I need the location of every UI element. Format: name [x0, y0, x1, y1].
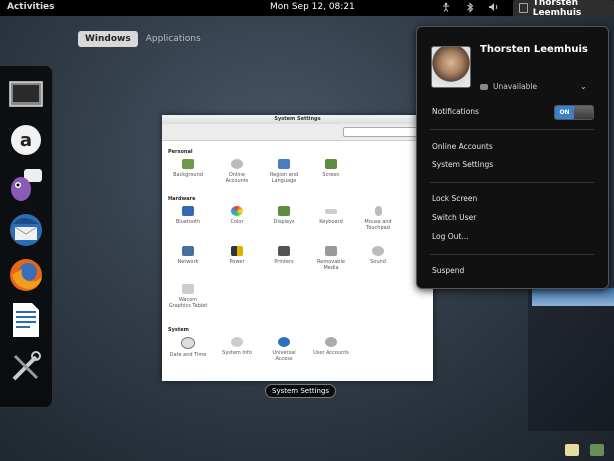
tab-applications[interactable]: Applications	[144, 31, 203, 47]
setting-printers[interactable]: Printers	[264, 246, 304, 265]
top-bar: Activities Mon Sep 12, 08:21 Thorsten Le…	[0, 0, 614, 18]
setting-removable-media[interactable]: Removable Media	[311, 246, 351, 271]
power-icon	[231, 246, 243, 256]
setting-online-accounts[interactable]: Online Accounts	[217, 159, 257, 184]
setting-keyboard[interactable]: Keyboard	[311, 206, 351, 225]
section-personal: Personal	[168, 149, 193, 155]
svg-text:a: a	[20, 130, 32, 151]
system-info-icon	[231, 337, 243, 347]
activities-button[interactable]: Activities	[7, 2, 55, 12]
universal-access-icon	[278, 337, 290, 347]
thunderbird-app-icon[interactable]	[7, 211, 45, 249]
setting-screen[interactable]: Screen	[311, 159, 351, 178]
toggle-knob	[574, 106, 593, 119]
online-accounts-icon	[231, 159, 243, 169]
screen-icon	[325, 159, 337, 169]
status-bubble-icon	[480, 83, 488, 90]
notification-tray-icon[interactable]	[565, 444, 579, 456]
setting-sound[interactable]: Sound	[358, 246, 398, 265]
setting-region-language[interactable]: Region and Language	[264, 159, 304, 184]
user-menu-button-label: Thorsten Leemhuis	[532, 0, 582, 18]
window-caption: System Settings	[265, 384, 337, 398]
window-title: System Settings	[162, 115, 433, 124]
user-menu-button[interactable]: Thorsten Leemhuis	[513, 0, 614, 18]
empathy-app-icon[interactable]: a	[7, 121, 45, 159]
avatar	[431, 46, 471, 88]
menu-item-log-out[interactable]: Log Out...	[432, 232, 469, 241]
menu-item-online-accounts[interactable]: Online Accounts	[432, 142, 493, 151]
setting-displays[interactable]: Displays	[264, 206, 304, 225]
workspace-thumbnails[interactable]	[528, 288, 614, 431]
displays-icon	[278, 206, 290, 216]
chat-status-icon	[519, 3, 528, 13]
accessibility-icon[interactable]	[440, 1, 451, 13]
tray-app-icon[interactable]	[590, 444, 604, 456]
clock-icon	[181, 337, 195, 349]
volume-icon[interactable]	[488, 1, 499, 13]
network-settings-icon	[182, 246, 194, 256]
chevron-down-icon[interactable]: ⌄	[580, 82, 587, 91]
menu-item-system-settings[interactable]: System Settings	[432, 160, 493, 169]
setting-wacom-tablet[interactable]: Wacom Graphics Tablet	[168, 284, 208, 309]
firefox-app-icon[interactable]	[7, 256, 45, 294]
menu-separator	[430, 254, 594, 255]
menu-item-lock-screen[interactable]: Lock Screen	[432, 194, 477, 203]
removable-media-icon	[325, 246, 337, 256]
bluetooth-icon[interactable]	[464, 1, 475, 13]
mouse-icon	[374, 206, 382, 216]
setting-mouse-touchpad[interactable]: Mouse and Touchpad	[358, 206, 398, 231]
tablet-icon	[182, 284, 194, 294]
status-selector[interactable]: Unavailable	[480, 82, 537, 91]
section-hardware: Hardware	[168, 196, 196, 202]
tab-windows[interactable]: Windows	[78, 31, 138, 47]
system-tools-app-icon[interactable]	[7, 348, 45, 386]
color-icon	[231, 206, 243, 216]
monitor-app-icon[interactable]	[7, 76, 45, 114]
clock[interactable]: Mon Sep 12, 08:21	[270, 2, 355, 12]
notifications-label: Notifications	[432, 107, 479, 116]
setting-background[interactable]: Background	[168, 159, 208, 178]
user-menu-name: Thorsten Leemhuis	[480, 44, 588, 55]
setting-color[interactable]: Color	[217, 206, 257, 225]
window-toolbar	[162, 124, 433, 141]
status-area	[440, 1, 523, 13]
setting-network[interactable]: Network	[168, 246, 208, 265]
printer-icon	[278, 246, 290, 256]
menu-item-switch-user[interactable]: Switch User	[432, 213, 476, 222]
writer-app-icon[interactable]	[7, 301, 45, 339]
setting-bluetooth[interactable]: Bluetooth	[168, 206, 208, 225]
overview-tabs: Windows Applications	[78, 31, 203, 47]
user-menu-popup: Thorsten Leemhuis Unavailable ⌄ Notifica…	[416, 26, 609, 289]
sound-icon	[372, 246, 384, 256]
menu-separator	[430, 129, 594, 130]
user-accounts-icon	[325, 337, 337, 347]
bluetooth-settings-icon	[182, 206, 194, 216]
setting-power[interactable]: Power	[217, 246, 257, 265]
flag-icon	[278, 159, 290, 169]
workspace-preview[interactable]	[532, 288, 614, 306]
setting-date-time[interactable]: Date and Time	[168, 337, 208, 358]
notifications-toggle[interactable]: ON	[554, 105, 594, 120]
menu-separator	[430, 182, 594, 183]
keyboard-icon	[325, 209, 337, 214]
section-system: System	[168, 327, 189, 333]
setting-universal-access[interactable]: Universal Access	[264, 337, 304, 362]
dash: a	[0, 65, 53, 408]
background-icon	[182, 159, 194, 169]
setting-user-accounts[interactable]: User Accounts	[311, 337, 351, 356]
pidgin-app-icon[interactable]	[7, 166, 45, 204]
setting-system-info[interactable]: System Info	[217, 337, 257, 356]
menu-item-suspend[interactable]: Suspend	[432, 266, 464, 275]
settings-window[interactable]: System Settings Personal Background Onli…	[162, 115, 433, 381]
status-label: Unavailable	[493, 82, 538, 91]
toggle-on-label: ON	[555, 106, 574, 119]
